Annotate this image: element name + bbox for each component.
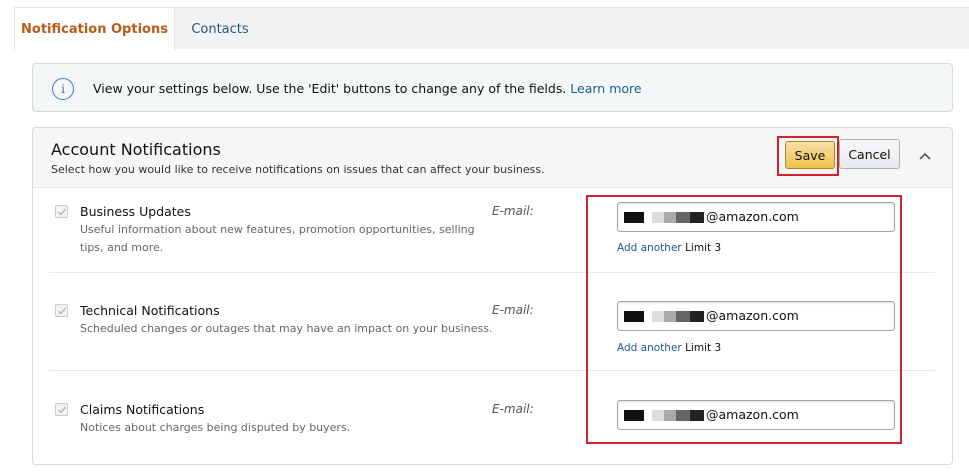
email-label: E-mail:	[492, 204, 534, 218]
learn-more-link[interactable]: Learn more	[570, 81, 641, 96]
chevron-up-icon[interactable]	[919, 150, 931, 162]
row-description: Scheduled changes or outages that may ha…	[80, 322, 493, 335]
tab-contacts[interactable]: Contacts	[175, 7, 265, 51]
tab-notification-options[interactable]: Notification Options	[14, 7, 175, 51]
info-banner: i View your settings below. Use the 'Edi…	[32, 63, 953, 112]
info-text: View your settings below. Use the 'Edit'…	[93, 81, 642, 96]
row-title: Technical Notifications	[80, 303, 220, 318]
check-icon	[57, 307, 67, 315]
check-icon	[57, 406, 67, 414]
row-title: Claims Notifications	[80, 402, 205, 417]
email-label: E-mail:	[492, 303, 534, 317]
row-description: Notices about charges being disputed by …	[80, 421, 351, 434]
info-icon: i	[52, 78, 74, 100]
cancel-button[interactable]: Cancel	[839, 139, 900, 169]
row-description: Useful information about new features, p…	[80, 223, 475, 254]
tab-notification-options-label: Notification Options	[21, 22, 168, 37]
panel-title: Account Notifications	[51, 140, 221, 159]
tab-contacts-label: Contacts	[191, 21, 249, 37]
save-highlight-outline	[777, 136, 839, 176]
panel-subtitle: Select how you would like to receive not…	[51, 163, 545, 176]
technical-notifications-checkbox[interactable]	[55, 304, 68, 317]
claims-notifications-checkbox[interactable]	[55, 403, 68, 416]
panel-header: Account Notifications Select how you wou…	[33, 128, 952, 188]
business-updates-checkbox[interactable]	[55, 205, 68, 218]
email-label: E-mail:	[492, 402, 534, 416]
info-message: View your settings below. Use the 'Edit'…	[93, 81, 567, 96]
check-icon	[57, 208, 67, 216]
tab-bar: Notification Options Contacts	[14, 7, 969, 51]
email-fields-highlight-outline	[586, 195, 902, 444]
row-title: Business Updates	[80, 204, 191, 219]
